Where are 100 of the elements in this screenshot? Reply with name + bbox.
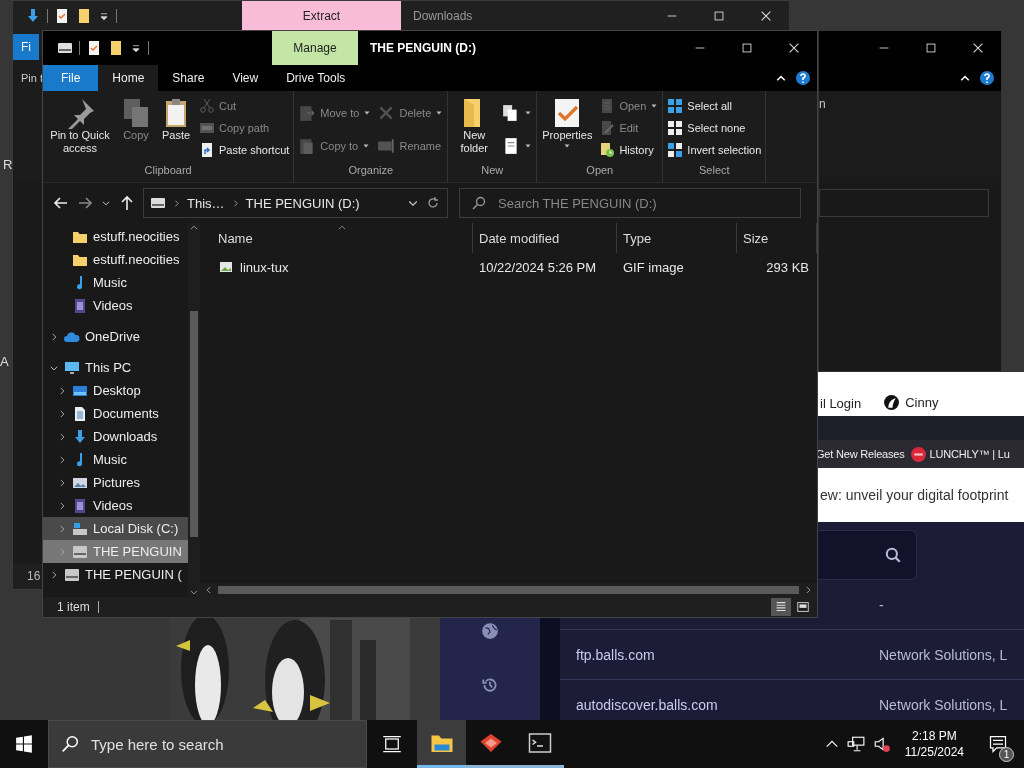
chevron-icon[interactable] — [57, 477, 67, 488]
desktop-icon-label: A — [0, 354, 9, 369]
caret-icon — [563, 142, 572, 150]
volume-muted-icon[interactable] — [872, 735, 891, 753]
history-icon[interactable] — [481, 676, 499, 694]
network-icon[interactable] — [846, 735, 865, 753]
ribbon-button[interactable]: Select all — [665, 95, 764, 117]
drive-icon[interactable] — [57, 40, 73, 56]
notification-button[interactable]: 1 — [978, 724, 1018, 764]
refresh-icon[interactable] — [425, 195, 441, 211]
column-header[interactable]: Name — [200, 223, 473, 253]
breadcrumb[interactable]: This… — [187, 195, 225, 211]
bookmark[interactable]: LUNCHLY™ | Lu — [909, 445, 1010, 463]
scroll-right-icon[interactable] — [803, 585, 813, 595]
forward-arrow-icon[interactable] — [77, 195, 93, 211]
search-field[interactable]: Type here to search — [48, 720, 367, 768]
column-header[interactable]: Date modified — [473, 223, 617, 253]
tree-item[interactable]: Pictures — [43, 471, 188, 494]
chevron-icon[interactable] — [57, 431, 67, 442]
grid-icon — [667, 142, 684, 158]
chevron-icon[interactable] — [101, 198, 111, 208]
task-view-icon — [382, 734, 402, 754]
tree-item[interactable]: Videos — [43, 494, 188, 517]
tree-item[interactable]: OneDrive — [43, 325, 188, 348]
ribbon-label: n — [819, 97, 826, 111]
scroll-up-icon[interactable] — [189, 223, 199, 233]
table-cell: - — [879, 596, 884, 613]
help-icon[interactable] — [979, 70, 995, 86]
chevron-icon[interactable] — [57, 500, 67, 511]
tree-item[interactable]: Downloads — [43, 425, 188, 448]
chevron-icon[interactable] — [57, 408, 67, 419]
ribbon-button[interactable]: Paste — [157, 95, 195, 144]
large-icons-view-icon — [796, 600, 810, 614]
bookmark[interactable]: Cinny — [883, 394, 939, 411]
ribbon-tab[interactable]: Home — [98, 65, 159, 91]
edit-icon — [599, 120, 616, 136]
context-tab[interactable]: Manage — [272, 31, 358, 65]
ribbon-tab[interactable]: View — [218, 65, 273, 91]
maximize-icon[interactable] — [923, 41, 938, 55]
tree-item[interactable]: Desktop — [43, 379, 188, 402]
chevron-icon[interactable] — [57, 385, 67, 396]
tree-item[interactable]: estuff.neocities — [43, 225, 188, 248]
chevron-icon[interactable] — [57, 454, 67, 465]
globe-icon[interactable] — [481, 622, 499, 640]
search-icon[interactable] — [884, 546, 902, 564]
drive-icon — [64, 566, 80, 583]
search-field[interactable]: Search THE PENGUIN (D:) — [459, 188, 801, 218]
tree-item[interactable]: estuff.neocities — [43, 248, 188, 271]
tree-item[interactable]: This PC — [43, 356, 188, 379]
ribbon-button[interactable]: New folder — [450, 95, 499, 157]
chevron-icon[interactable] — [49, 331, 59, 342]
ribbon-button[interactable]: Paste shortcut — [197, 139, 292, 161]
taskbar-app[interactable] — [417, 720, 466, 768]
folder-icon[interactable] — [76, 7, 92, 24]
view-button[interactable] — [771, 598, 791, 616]
tree-item[interactable]: THE PENGUIN ( — [43, 563, 188, 586]
scrollbar[interactable] — [188, 223, 200, 597]
scrollbar[interactable] — [200, 583, 817, 597]
file-tab[interactable]: Fi — [13, 34, 39, 60]
ribbon-tab[interactable]: Drive Tools — [272, 65, 360, 91]
breadcrumb[interactable]: THE PENGUIN (D:) — [245, 195, 360, 211]
context-tab[interactable]: Extract — [242, 1, 401, 30]
help-icon[interactable] — [795, 70, 811, 86]
ribbon-tab[interactable]: Share — [158, 65, 219, 91]
file-date: 10/22/2024 5:26 PM — [479, 259, 597, 275]
file-size: 293 KB — [766, 259, 809, 275]
drive-icon — [150, 195, 166, 211]
bookmark[interactable]: il Login — [820, 396, 862, 411]
ribbon-button[interactable]: History — [597, 139, 661, 161]
ribbon-button[interactable]: Pin to Quick access — [45, 95, 115, 157]
tree-item[interactable]: Music — [43, 448, 188, 471]
chevron-icon[interactable] — [49, 569, 59, 580]
file-row[interactable]: linux-tux 10/22/2024 5:26 PM GIF image 293 KB — [200, 255, 817, 279]
scroll-down-icon[interactable] — [189, 587, 199, 597]
address-bar[interactable]: This… THE PENGUIN (D:) — [143, 188, 448, 218]
scroll-left-icon[interactable] — [204, 585, 214, 595]
tree-item[interactable]: Documents — [43, 402, 188, 425]
tree-item[interactable]: THE PENGUIN — [43, 540, 188, 563]
column-header[interactable]: Type — [617, 223, 737, 253]
banner-text: ew: unveil your digital footprint — [820, 487, 1009, 503]
download-icon[interactable] — [25, 7, 41, 24]
ribbon-button[interactable]: Invert selection — [665, 139, 764, 161]
file-tab[interactable]: File — [43, 65, 99, 91]
checklist-icon[interactable] — [54, 7, 70, 24]
up-arrow-icon[interactable] — [119, 195, 135, 211]
maximize-icon[interactable] — [711, 8, 726, 23]
tree-item[interactable]: Local Disk (C:) — [43, 517, 188, 540]
maximize-icon[interactable] — [739, 41, 754, 55]
ribbon-button[interactable]: Properties — [539, 95, 596, 152]
dropdown-icon[interactable] — [130, 42, 142, 54]
back-arrow-icon[interactable] — [53, 195, 69, 211]
tree-item[interactable]: Videos — [43, 294, 188, 317]
clock[interactable]: 2:18 PM 11/25/2024 — [898, 728, 970, 760]
checklist-icon[interactable] — [86, 40, 102, 56]
ribbon-button[interactable]: Select none — [665, 117, 764, 139]
tree-item[interactable]: Music — [43, 271, 188, 294]
search-field[interactable] — [818, 530, 917, 580]
folder-icon[interactable] — [108, 40, 124, 56]
status-text: 1 item — [57, 601, 99, 613]
column-header[interactable]: Size — [737, 223, 817, 253]
